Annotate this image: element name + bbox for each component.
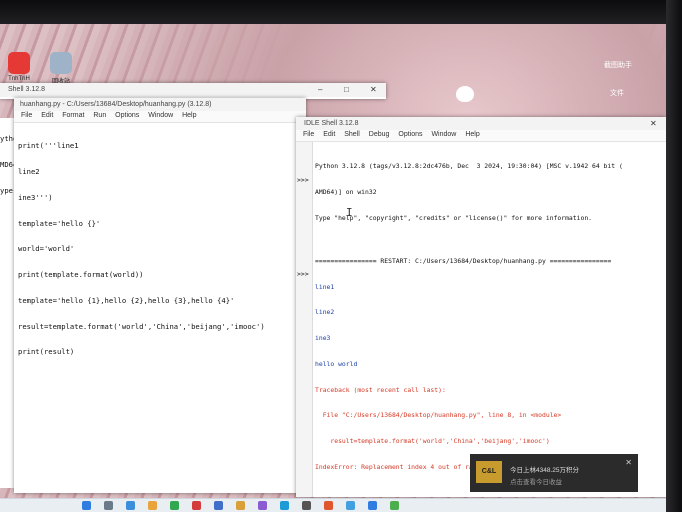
- notification-toast[interactable]: C&L 今日上林4348.25万积分 点击查看今日收益 ✕: [470, 454, 638, 492]
- taskbar-app-icon[interactable]: [192, 501, 201, 510]
- menu-window[interactable]: Window: [148, 112, 173, 119]
- taskbar-app-icon[interactable]: [302, 501, 311, 510]
- close-icon[interactable]: ✕: [625, 458, 632, 467]
- taskbar-app-icon[interactable]: [214, 501, 223, 510]
- app-icon: [8, 52, 30, 74]
- menu-options[interactable]: Options: [115, 112, 139, 119]
- taskbar-app-icon[interactable]: [258, 501, 267, 510]
- desktop-right-label-1[interactable]: 截图助手: [604, 60, 632, 70]
- code-line: ine3'''): [18, 192, 53, 202]
- code-line: line2: [18, 166, 40, 176]
- background-shell-titlebar: Shell 3.12.8 – □ ✕: [0, 83, 386, 97]
- taskbar-app-icon[interactable]: [170, 501, 179, 510]
- menu-file[interactable]: File: [303, 131, 314, 138]
- maximize-icon[interactable]: □: [344, 85, 349, 94]
- code-line: print(result): [18, 347, 75, 357]
- shell-line: AMD64)] on win32: [315, 187, 377, 196]
- shell-menubar: File Edit Shell Debug Options Window Hel…: [296, 130, 666, 142]
- taskbar-app-icon[interactable]: [390, 501, 399, 510]
- shell-line: Type "help", "copyright", "credits" or "…: [315, 213, 593, 222]
- close-icon[interactable]: ✕: [650, 119, 657, 128]
- shell-line: ine3: [315, 334, 331, 343]
- menu-options[interactable]: Options: [398, 131, 422, 138]
- taskbar-app-icon[interactable]: [346, 501, 355, 510]
- shell-line: result=template.format('world','China','…: [315, 437, 550, 446]
- text-cursor-icon: I: [346, 206, 353, 219]
- idle-shell-window[interactable]: IDLE Shell 3.12.8 ✕ File Edit Shell Debu…: [296, 117, 666, 497]
- notification-logo: C&L: [476, 461, 502, 483]
- taskbar-app-icon[interactable]: [324, 501, 333, 510]
- shell-line: File "C:/Users/13684/Desktop/huanhang.py…: [315, 411, 562, 420]
- shell-prompt: >>>: [297, 176, 309, 184]
- taskbar-app-icon[interactable]: [280, 501, 289, 510]
- monitor-bezel-top: [0, 0, 682, 26]
- shell-prompt: >>>: [297, 270, 309, 278]
- notification-subtitle: 点击查看今日收益: [510, 479, 562, 486]
- code-line: print('''line1: [18, 141, 79, 151]
- gutter-line: ype: [0, 185, 13, 195]
- code-line: print(template.format(world)): [18, 270, 144, 280]
- desktop-icon-app[interactable]: TnhTnH: [2, 52, 36, 82]
- desktop-icon-recycle-bin[interactable]: 回收站: [44, 52, 78, 85]
- window-title: Shell 3.12.8: [8, 86, 45, 93]
- shell-line: line1: [315, 282, 335, 291]
- python-idle-icon[interactable]: [236, 501, 245, 510]
- desktop-right-label-2[interactable]: 文件: [610, 88, 624, 98]
- shell-line: ================ RESTART: C:/Users/13684…: [315, 256, 612, 265]
- menu-run[interactable]: Run: [93, 112, 106, 119]
- background-shell-window[interactable]: Shell 3.12.8 – □ ✕: [0, 83, 386, 99]
- menu-help[interactable]: Help: [182, 112, 196, 119]
- code-line: result=template.format('world','China','…: [18, 321, 265, 331]
- shell-window-title: IDLE Shell 3.12.8: [304, 120, 359, 127]
- editor-titlebar[interactable]: huanhang.py - C:/Users/13684/Desktop/hua…: [14, 98, 306, 111]
- gutter-line: ytho: [0, 134, 18, 144]
- menu-shell[interactable]: Shell: [344, 131, 360, 138]
- menu-help[interactable]: Help: [465, 131, 479, 138]
- minimize-icon[interactable]: –: [318, 85, 322, 94]
- code-line: template='hello {}': [18, 218, 101, 228]
- menu-debug[interactable]: Debug: [369, 131, 390, 138]
- start-icon[interactable]: [82, 501, 91, 510]
- shell-line: Traceback (most recent call last):: [315, 385, 446, 394]
- shell-line: Python 3.12.8 (tags/v3.12.8:2dc476b, Dec…: [315, 162, 623, 171]
- menu-window[interactable]: Window: [431, 131, 456, 138]
- editor-menubar: File Edit Format Run Options Window Help: [14, 111, 306, 123]
- menu-file[interactable]: File: [21, 112, 32, 119]
- background-shell-gutter: ytho MD64 ype: [0, 118, 18, 488]
- edge-icon[interactable]: [126, 501, 135, 510]
- cat-mascot-icon: [456, 86, 474, 102]
- code-editor[interactable]: print('''line1 line2 ine3''') template='…: [18, 125, 302, 374]
- search-icon[interactable]: [104, 501, 113, 510]
- close-icon[interactable]: ✕: [370, 85, 377, 94]
- shell-output[interactable]: Python 3.12.8 (tags/v3.12.8:2dc476b, Dec…: [315, 145, 663, 489]
- gutter-line: MD64: [0, 159, 18, 169]
- shell-titlebar[interactable]: IDLE Shell 3.12.8 ✕: [296, 117, 666, 130]
- menu-format[interactable]: Format: [62, 112, 84, 119]
- recycle-bin-icon: [50, 52, 72, 74]
- editor-window[interactable]: huanhang.py - C:/Users/13684/Desktop/hua…: [14, 98, 306, 493]
- taskbar-app-icon[interactable]: [368, 501, 377, 510]
- shell-line: hello world: [315, 359, 358, 368]
- menu-edit[interactable]: Edit: [323, 131, 335, 138]
- taskbar: [0, 498, 668, 512]
- code-line: template='hello {1},hello {2},hello {3},…: [18, 295, 235, 305]
- menu-edit[interactable]: Edit: [41, 112, 53, 119]
- shell-prompt-gutter: >>> >>>: [296, 142, 313, 497]
- notification-title: 今日上林4348.25万积分: [510, 467, 579, 474]
- monitor-photo: TnhTnH 回收站 截图助手 文件 Shell 3.12.8 – □ ✕ yt…: [0, 0, 682, 512]
- monitor-bezel-right: [666, 0, 682, 512]
- code-line: world='world': [18, 244, 75, 254]
- file-explorer-icon[interactable]: [148, 501, 157, 510]
- shell-line: line2: [315, 308, 335, 317]
- editor-window-title: huanhang.py - C:/Users/13684/Desktop/hua…: [20, 101, 212, 108]
- desktop-icon-label: TnhTnH: [8, 76, 30, 82]
